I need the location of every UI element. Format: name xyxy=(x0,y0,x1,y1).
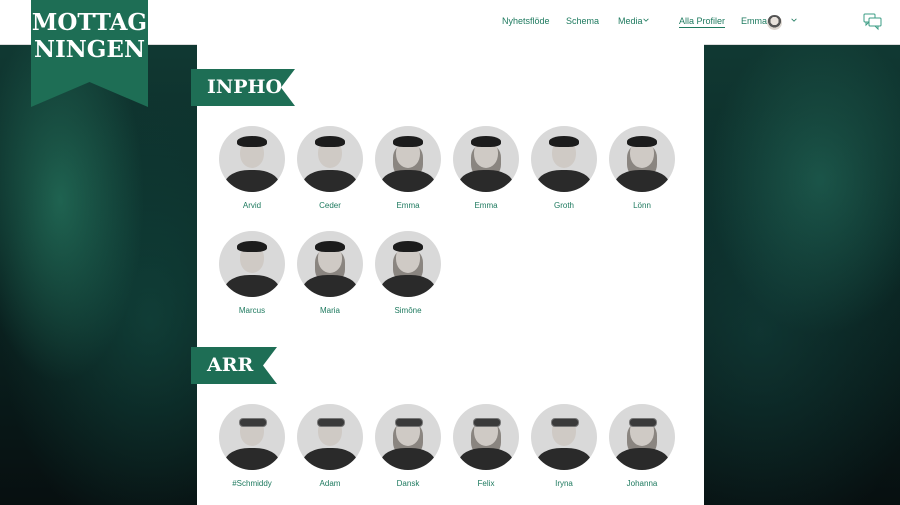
profile-photo[interactable] xyxy=(531,404,597,470)
profile-name[interactable]: Adam xyxy=(290,479,370,488)
profile-photo[interactable] xyxy=(531,126,597,192)
nav-item-schema[interactable]: Schema xyxy=(566,16,599,26)
profile-photo[interactable] xyxy=(375,404,441,470)
profile-name[interactable]: #Schmiddy xyxy=(212,479,292,488)
profile-card[interactable]: Groth xyxy=(524,126,604,210)
user-menu-name[interactable]: Emma xyxy=(741,16,767,26)
profile-name[interactable]: Emma xyxy=(446,201,526,210)
profile-photo[interactable] xyxy=(219,404,285,470)
nav-item-alla-profiler[interactable]: Alla Profiler xyxy=(679,16,726,28)
profile-name[interactable]: Arvid xyxy=(212,201,292,210)
user-avatar[interactable] xyxy=(767,15,782,30)
profile-card[interactable]: Marcus xyxy=(212,231,292,315)
profile-name[interactable]: Ceder xyxy=(290,201,370,210)
nav-item-nyhetsflode[interactable]: Nyhetsflöde xyxy=(502,16,550,26)
profiles-panel: INPHO Arvid Ceder Emma Emma Groth Lönn Marcus M… xyxy=(191,44,704,505)
logo-text: MOTTAG NINGEN xyxy=(31,9,148,63)
profile-card[interactable]: Arvid xyxy=(212,126,292,210)
profile-photo[interactable] xyxy=(297,404,363,470)
profile-card[interactable]: Felix xyxy=(446,404,526,488)
chevron-down-icon[interactable] xyxy=(643,17,649,23)
profile-card[interactable]: Emma xyxy=(368,126,448,210)
profile-name[interactable]: Simône xyxy=(368,306,448,315)
profile-name[interactable]: Lönn xyxy=(602,201,682,210)
profile-card[interactable]: Lönn xyxy=(602,126,682,210)
profile-card[interactable]: Emma xyxy=(446,126,526,210)
profile-photo[interactable] xyxy=(609,404,675,470)
profile-card[interactable]: Ceder xyxy=(290,126,370,210)
section-title: INPHO xyxy=(207,76,283,98)
logo-line-1: MOTTAG xyxy=(31,9,148,36)
profile-name[interactable]: Iryna xyxy=(524,479,604,488)
profile-photo[interactable] xyxy=(609,126,675,192)
section-banner-arr: ARR xyxy=(191,347,277,384)
profile-name[interactable]: Marcus xyxy=(212,306,292,315)
profile-name[interactable]: Emma xyxy=(368,201,448,210)
profile-card[interactable]: Iryna xyxy=(524,404,604,488)
profile-name[interactable]: Maria xyxy=(290,306,370,315)
profile-photo[interactable] xyxy=(219,231,285,297)
profile-photo[interactable] xyxy=(375,231,441,297)
site-logo[interactable]: MOTTAG NINGEN xyxy=(31,0,148,107)
profile-card[interactable]: Dansk xyxy=(368,404,448,488)
profile-name[interactable]: Johanna xyxy=(602,479,682,488)
profile-name[interactable]: Felix xyxy=(446,479,526,488)
profile-photo[interactable] xyxy=(453,404,519,470)
chat-bubbles-icon[interactable] xyxy=(863,13,882,31)
profile-photo[interactable] xyxy=(453,126,519,192)
profile-photo[interactable] xyxy=(375,126,441,192)
profile-photo[interactable] xyxy=(219,126,285,192)
profile-card[interactable]: Adam xyxy=(290,404,370,488)
section-banner-inpho: INPHO xyxy=(191,69,295,106)
profile-photo[interactable] xyxy=(297,231,363,297)
profile-card[interactable]: Johanna xyxy=(602,404,682,488)
profile-card[interactable]: Maria xyxy=(290,231,370,315)
chevron-down-icon[interactable] xyxy=(791,17,797,23)
nav-item-media[interactable]: Media xyxy=(618,16,643,26)
profile-name[interactable]: Groth xyxy=(524,201,604,210)
profile-photo[interactable] xyxy=(297,126,363,192)
profile-name[interactable]: Dansk xyxy=(368,479,448,488)
section-title: ARR xyxy=(207,354,254,376)
profile-card[interactable]: #Schmiddy xyxy=(212,404,292,488)
profile-card[interactable]: Simône xyxy=(368,231,448,315)
logo-line-2: NINGEN xyxy=(33,36,145,63)
